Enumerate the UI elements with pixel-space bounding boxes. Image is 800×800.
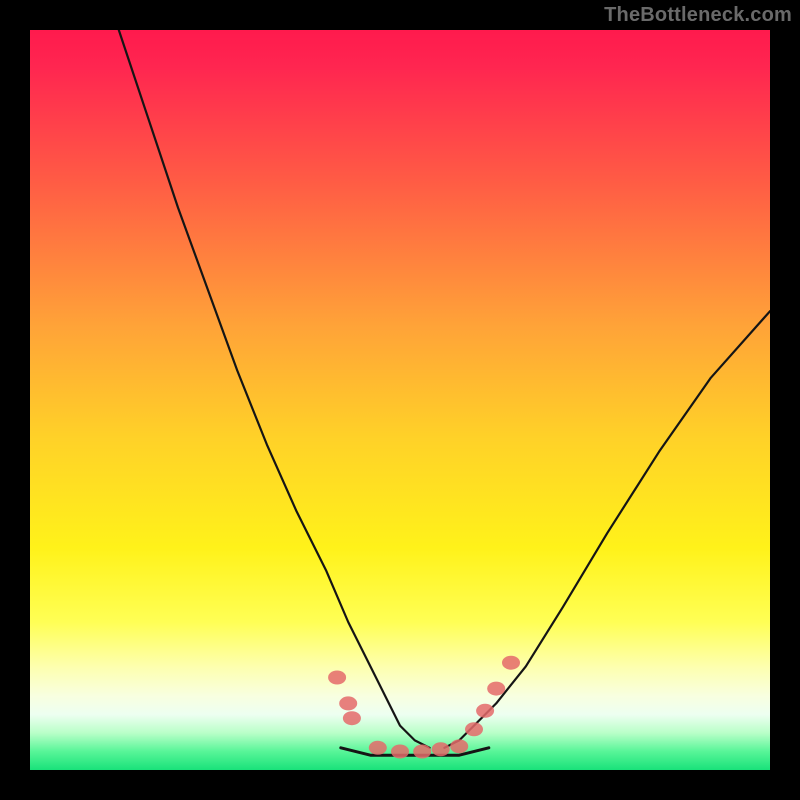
chart-frame: TheBottleneck.com [0, 0, 800, 800]
plot-area [30, 30, 770, 770]
background-gradient [30, 30, 770, 770]
attribution-label: TheBottleneck.com [604, 4, 792, 27]
